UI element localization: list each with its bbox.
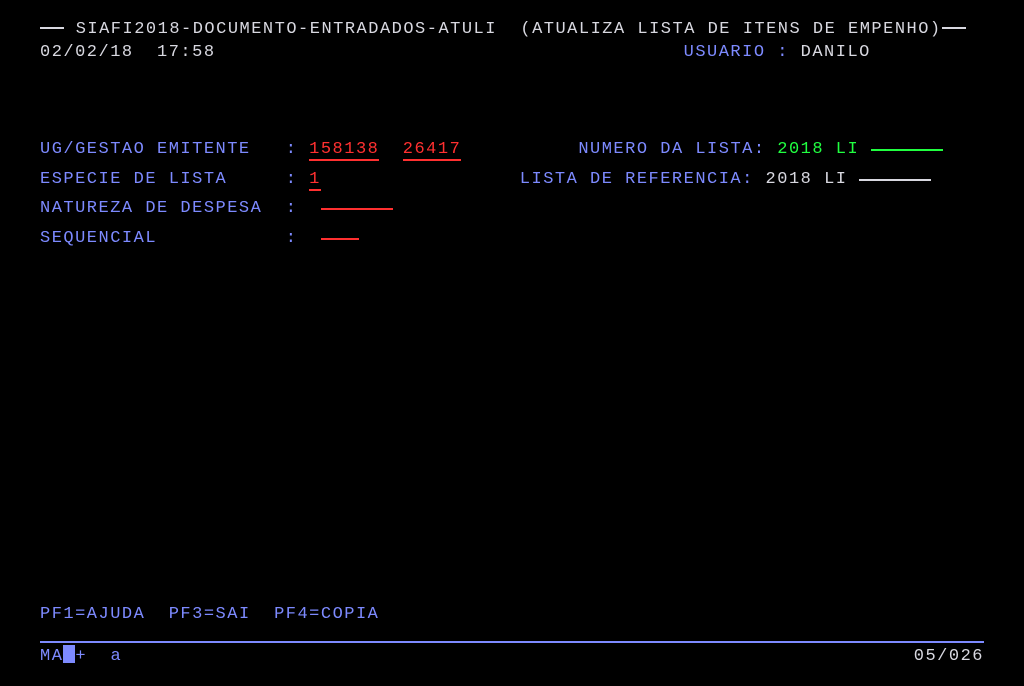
usuario-name: DANILO [801, 43, 871, 62]
pf3-key[interactable]: PF3=SAI [169, 605, 251, 624]
screen-title: SIAFI2018-DOCUMENTO-ENTRADADOS-ATULI (AT… [76, 20, 942, 39]
ug-gestao-label: UG/GESTAO EMITENTE [40, 140, 251, 159]
sequencial-label: SEQUENCIAL [40, 229, 157, 248]
gestao-field[interactable]: 26417 [403, 140, 462, 161]
natureza-field[interactable] [321, 208, 393, 210]
cursor-indicator [63, 645, 75, 663]
numero-lista-type: LI [836, 140, 859, 159]
especie-label: ESPECIE DE LISTA [40, 170, 227, 189]
date-time-user-line: 02/02/18 17:58 USUARIO : DANILO [40, 43, 984, 62]
lista-ref-type: LI [824, 170, 847, 189]
screen-header: SIAFI2018-DOCUMENTO-ENTRADADOS-ATULI (AT… [40, 20, 984, 39]
function-keys: PF1=AJUDA PF3=SAI PF4=COPIA [40, 605, 379, 624]
status-indicator: MA [40, 647, 63, 666]
lista-ref-year: 2018 [766, 170, 813, 189]
especie-field[interactable]: 1 [309, 170, 321, 191]
numero-lista-label: NUMERO DA LISTA: [578, 140, 765, 159]
sequencial-field[interactable] [321, 238, 359, 240]
status-plus: + [75, 647, 87, 666]
date: 02/02/18 [40, 43, 134, 62]
numero-lista-year: 2018 [777, 140, 824, 159]
natureza-label: NATUREZA DE DESPESA [40, 199, 262, 218]
lista-ref-field[interactable] [859, 179, 931, 181]
numero-lista-field[interactable] [871, 149, 943, 151]
status-letter: a [111, 647, 123, 666]
status-bar: MA + a 05/026 [40, 641, 984, 666]
pf1-key[interactable]: PF1=AJUDA [40, 605, 145, 624]
cursor-position: 05/026 [914, 647, 984, 666]
ug-field[interactable]: 158138 [309, 140, 379, 161]
time: 17:58 [157, 43, 216, 62]
pf4-key[interactable]: PF4=COPIA [274, 605, 379, 624]
usuario-label: USUARIO : [684, 43, 789, 62]
lista-ref-label: LISTA DE REFERENCIA: [520, 170, 754, 189]
